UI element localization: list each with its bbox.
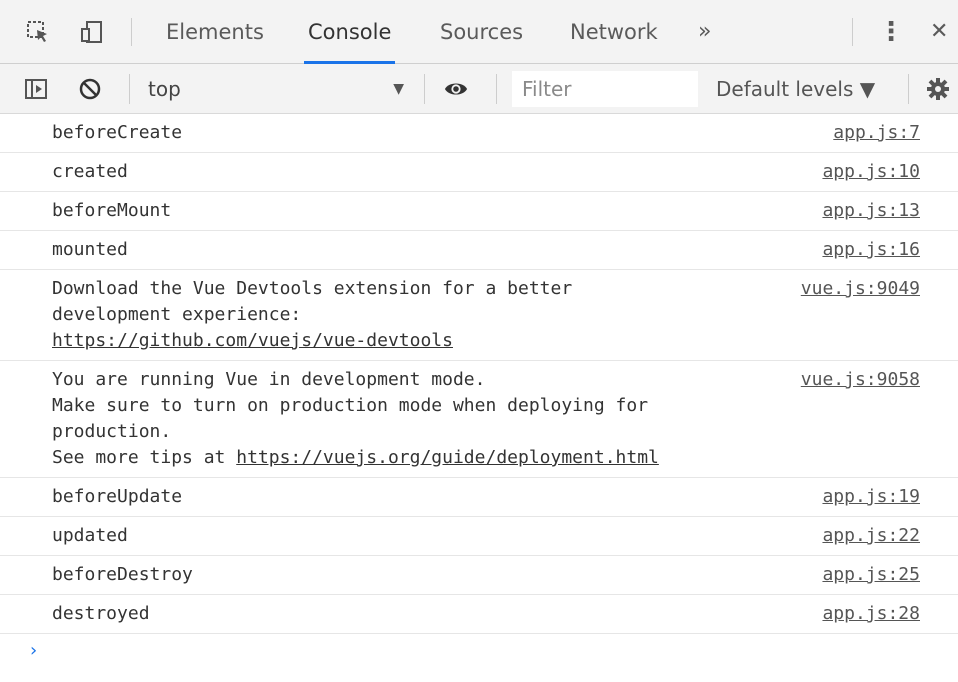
console-message: You are running Vue in development mode.… xyxy=(0,361,958,478)
console-message: beforeUpdate app.js:19 xyxy=(0,478,958,517)
close-icon[interactable]: ✕ xyxy=(930,0,948,64)
message-line: beforeCreate xyxy=(52,122,183,143)
message-line: destroyed xyxy=(52,603,150,624)
tabbar-separator xyxy=(852,18,853,46)
toolbar-separator xyxy=(129,74,130,104)
tab-network[interactable]: Network xyxy=(570,0,658,64)
message-text: beforeCreate xyxy=(52,120,802,146)
console-message: mounted app.js:16 xyxy=(0,231,958,270)
message-line: You are running Vue in development mode. xyxy=(52,369,486,390)
inspect-element-icon[interactable] xyxy=(26,20,50,44)
chevron-down-icon: ▼ xyxy=(393,81,404,97)
source-link[interactable]: vue.js:9049 xyxy=(801,276,920,302)
source-link[interactable]: app.js:19 xyxy=(822,484,920,510)
message-prefix: See more tips at xyxy=(52,447,237,468)
source-link[interactable]: app.js:7 xyxy=(833,120,920,146)
message-line: production. xyxy=(52,421,172,442)
toolbar-separator xyxy=(908,74,909,104)
message-text: updated xyxy=(52,523,802,549)
console-message: destroyed app.js:28 xyxy=(0,595,958,634)
message-line: beforeUpdate xyxy=(52,486,183,507)
message-line: created xyxy=(52,161,128,182)
message-text: beforeMount xyxy=(52,198,802,224)
console-message: beforeDestroy app.js:25 xyxy=(0,556,958,595)
console-message: beforeMount app.js:13 xyxy=(0,192,958,231)
console-message: Download the Vue Devtools extension for … xyxy=(0,270,958,361)
tab-console[interactable]: Console xyxy=(303,0,396,64)
tabbar-separator xyxy=(131,18,132,46)
message-line: updated xyxy=(52,525,128,546)
log-levels-dropdown[interactable]: Default levels ▼ xyxy=(716,74,875,104)
message-text: You are running Vue in development mode.… xyxy=(52,367,802,471)
source-link[interactable]: app.js:13 xyxy=(822,198,920,224)
message-text: created xyxy=(52,159,802,185)
toolbar-separator xyxy=(496,74,497,104)
source-link[interactable]: vue.js:9058 xyxy=(801,367,920,393)
source-link[interactable]: app.js:25 xyxy=(822,562,920,588)
source-link[interactable]: app.js:10 xyxy=(822,159,920,185)
console-toolbar: top ▼ Default levels ▼ xyxy=(0,64,958,114)
console-message: updated app.js:22 xyxy=(0,517,958,556)
more-options-icon[interactable]: ⋮ xyxy=(878,0,904,64)
context-selector[interactable]: top ▼ xyxy=(148,74,410,104)
device-toolbar-icon[interactable] xyxy=(80,20,104,44)
source-link[interactable]: app.js:16 xyxy=(822,237,920,263)
message-line: beforeDestroy xyxy=(52,564,193,585)
message-text: beforeUpdate xyxy=(52,484,802,510)
message-line: Download the Vue Devtools extension for … xyxy=(52,278,573,299)
message-line: beforeMount xyxy=(52,200,172,221)
console-message: beforeCreate app.js:7 xyxy=(0,114,958,153)
more-tabs-button[interactable]: » xyxy=(698,0,711,64)
tab-elements[interactable]: Elements xyxy=(166,0,264,64)
console-messages: beforeCreate app.js:7 created app.js:10 befo… xyxy=(0,114,958,664)
console-prompt-row[interactable]: › xyxy=(0,634,958,664)
message-link[interactable]: https://github.com/vuejs/vue-devtools xyxy=(52,330,453,351)
settings-gear-icon[interactable] xyxy=(926,77,950,101)
message-line: mounted xyxy=(52,239,128,260)
prompt-icon: › xyxy=(28,640,39,661)
message-line: Make sure to turn on production mode whe… xyxy=(52,395,649,416)
console-message: created app.js:10 xyxy=(0,153,958,192)
message-text: mounted xyxy=(52,237,802,263)
tab-sources[interactable]: Sources xyxy=(440,0,523,64)
message-text: destroyed xyxy=(52,601,802,627)
context-value: top xyxy=(148,77,181,101)
message-link[interactable]: https://vuejs.org/guide/deployment.html xyxy=(236,447,659,468)
eye-icon[interactable] xyxy=(444,77,468,101)
filter-input[interactable] xyxy=(512,71,698,107)
clear-console-icon[interactable] xyxy=(78,77,102,101)
message-line: development experience: xyxy=(52,304,302,325)
toolbar-separator xyxy=(424,74,425,104)
devtools-tabbar: Elements Console Sources Network » ⋮ ✕ xyxy=(0,0,958,64)
message-text: beforeDestroy xyxy=(52,562,802,588)
source-link[interactable]: app.js:28 xyxy=(822,601,920,627)
show-sidebar-icon[interactable] xyxy=(24,77,48,101)
message-text: Download the Vue Devtools extension for … xyxy=(52,276,802,354)
source-link[interactable]: app.js:22 xyxy=(822,523,920,549)
